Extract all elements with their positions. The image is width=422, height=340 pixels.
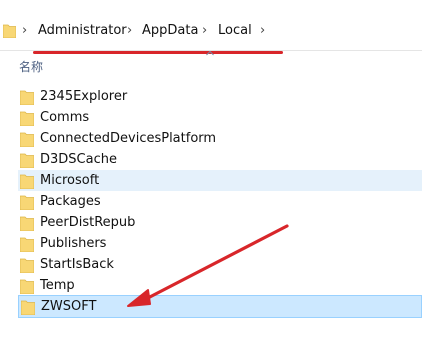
- chevron-right-icon[interactable]: ›: [202, 22, 207, 39]
- list-item[interactable]: Comms: [18, 107, 422, 128]
- file-name: D3DSCache: [40, 152, 117, 167]
- folder-icon: [20, 216, 34, 231]
- chevron-right-icon[interactable]: ›: [127, 22, 132, 39]
- folder-icon: [20, 195, 34, 210]
- folder-icon: [20, 111, 34, 126]
- folder-icon: [20, 132, 34, 147]
- list-item[interactable]: PeerDistRepub: [18, 212, 422, 233]
- list-item[interactable]: Packages: [18, 191, 422, 212]
- file-name: Microsoft: [40, 173, 100, 188]
- chevron-right-icon[interactable]: ›: [260, 22, 265, 39]
- folder-icon: [20, 153, 34, 168]
- file-name: ZWSOFT: [41, 299, 97, 314]
- file-name: Packages: [40, 194, 101, 209]
- breadcrumb-appdata[interactable]: AppData: [142, 22, 198, 39]
- list-item[interactable]: D3DSCache: [18, 149, 422, 170]
- annotation-underline: [33, 51, 283, 54]
- file-name: Publishers: [40, 236, 107, 251]
- file-name: PeerDistRepub: [40, 215, 136, 230]
- file-name: Temp: [40, 278, 75, 293]
- list-item[interactable]: Microsoft: [18, 170, 422, 191]
- file-name: Comms: [40, 110, 90, 125]
- list-item[interactable]: Temp: [18, 275, 422, 296]
- chevron-right-icon[interactable]: ›: [22, 22, 27, 39]
- column-header-name[interactable]: 名称: [19, 58, 43, 75]
- folder-icon: [20, 258, 34, 273]
- folder-icon: [20, 90, 34, 105]
- address-bar[interactable]: › Administrator › AppData › Local ›: [0, 8, 422, 54]
- file-name: 2345Explorer: [40, 89, 128, 104]
- folder-icon: [21, 300, 35, 315]
- list-item[interactable]: ConnectedDevicesPlatform: [18, 128, 422, 149]
- folder-icon: [20, 279, 34, 294]
- breadcrumb-local[interactable]: Local: [218, 22, 252, 39]
- breadcrumb-administrator[interactable]: Administrator: [38, 22, 127, 39]
- folder-icon: [3, 24, 16, 38]
- sort-chevron-up-icon[interactable]: [206, 50, 214, 56]
- file-name: StartIsBack: [40, 257, 114, 272]
- list-item[interactable]: Publishers: [18, 233, 422, 254]
- list-item-selected[interactable]: ZWSOFT: [18, 295, 422, 318]
- file-name: ConnectedDevicesPlatform: [40, 131, 217, 146]
- folder-icon: [20, 174, 34, 189]
- list-item[interactable]: StartIsBack: [18, 254, 422, 275]
- folder-icon: [20, 237, 34, 252]
- list-item[interactable]: 2345Explorer: [18, 86, 422, 107]
